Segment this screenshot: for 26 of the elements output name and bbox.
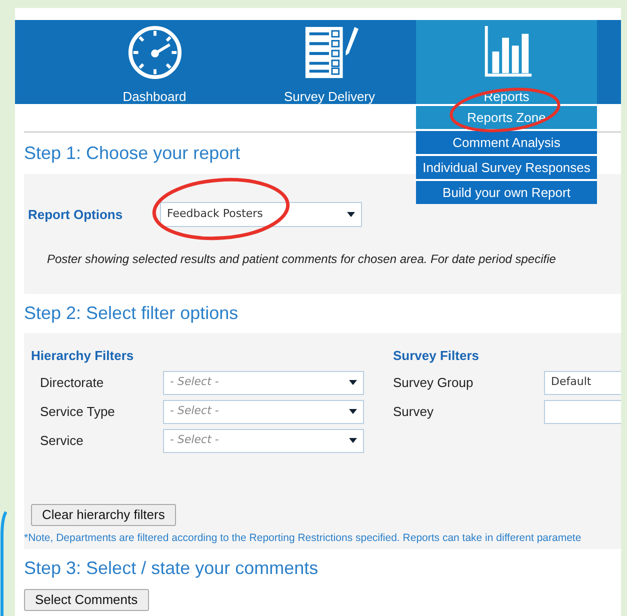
menu-item[interactable]: Individual Survey Responses [416, 156, 597, 179]
menu-item[interactable]: Build your own Report [416, 181, 597, 204]
filter-group-title: Hierarchy Filters [31, 347, 135, 365]
nav-tab[interactable]: Dashboard [67, 20, 242, 104]
input-field[interactable] [544, 400, 621, 424]
section-heading: Step 3: Select / state your comments [24, 557, 318, 579]
filter-note: *Note, Departments are filtered according to the Reporting Restrictions specified. Reports can take in different paramete [24, 530, 582, 546]
clear-filters-button[interactable]: Clear hierarchy filters [31, 504, 176, 526]
section-heading: Step 2: Select filter options [24, 302, 238, 324]
filter-label: Service [39, 432, 84, 450]
select-field[interactable]: - Select - [163, 400, 364, 424]
report-description: Poster showing selected results and patient comments for chosen area. For date period specifie [47, 251, 557, 268]
input-field[interactable]: Default [544, 370, 621, 394]
select-field[interactable]: - Select - [163, 428, 364, 452]
filter-label: Directorate [39, 374, 105, 392]
filter-group-title: Survey Filters [393, 347, 480, 365]
report-select[interactable]: Feedback Posters [160, 202, 362, 227]
section-heading: Step 1: Choose your report [24, 142, 240, 164]
menu-item[interactable]: Comment Analysis [416, 131, 597, 154]
field-label: Report Options [28, 206, 124, 224]
select-comments-button[interactable]: Select Comments [24, 589, 149, 611]
select-field[interactable]: - Select - [163, 370, 364, 394]
filter-label: Survey [393, 402, 434, 421]
nav-tab[interactable]: Survey Delivery [242, 20, 417, 104]
filter-label: Service Type [39, 402, 116, 421]
filter-label: Survey Group [393, 374, 474, 392]
